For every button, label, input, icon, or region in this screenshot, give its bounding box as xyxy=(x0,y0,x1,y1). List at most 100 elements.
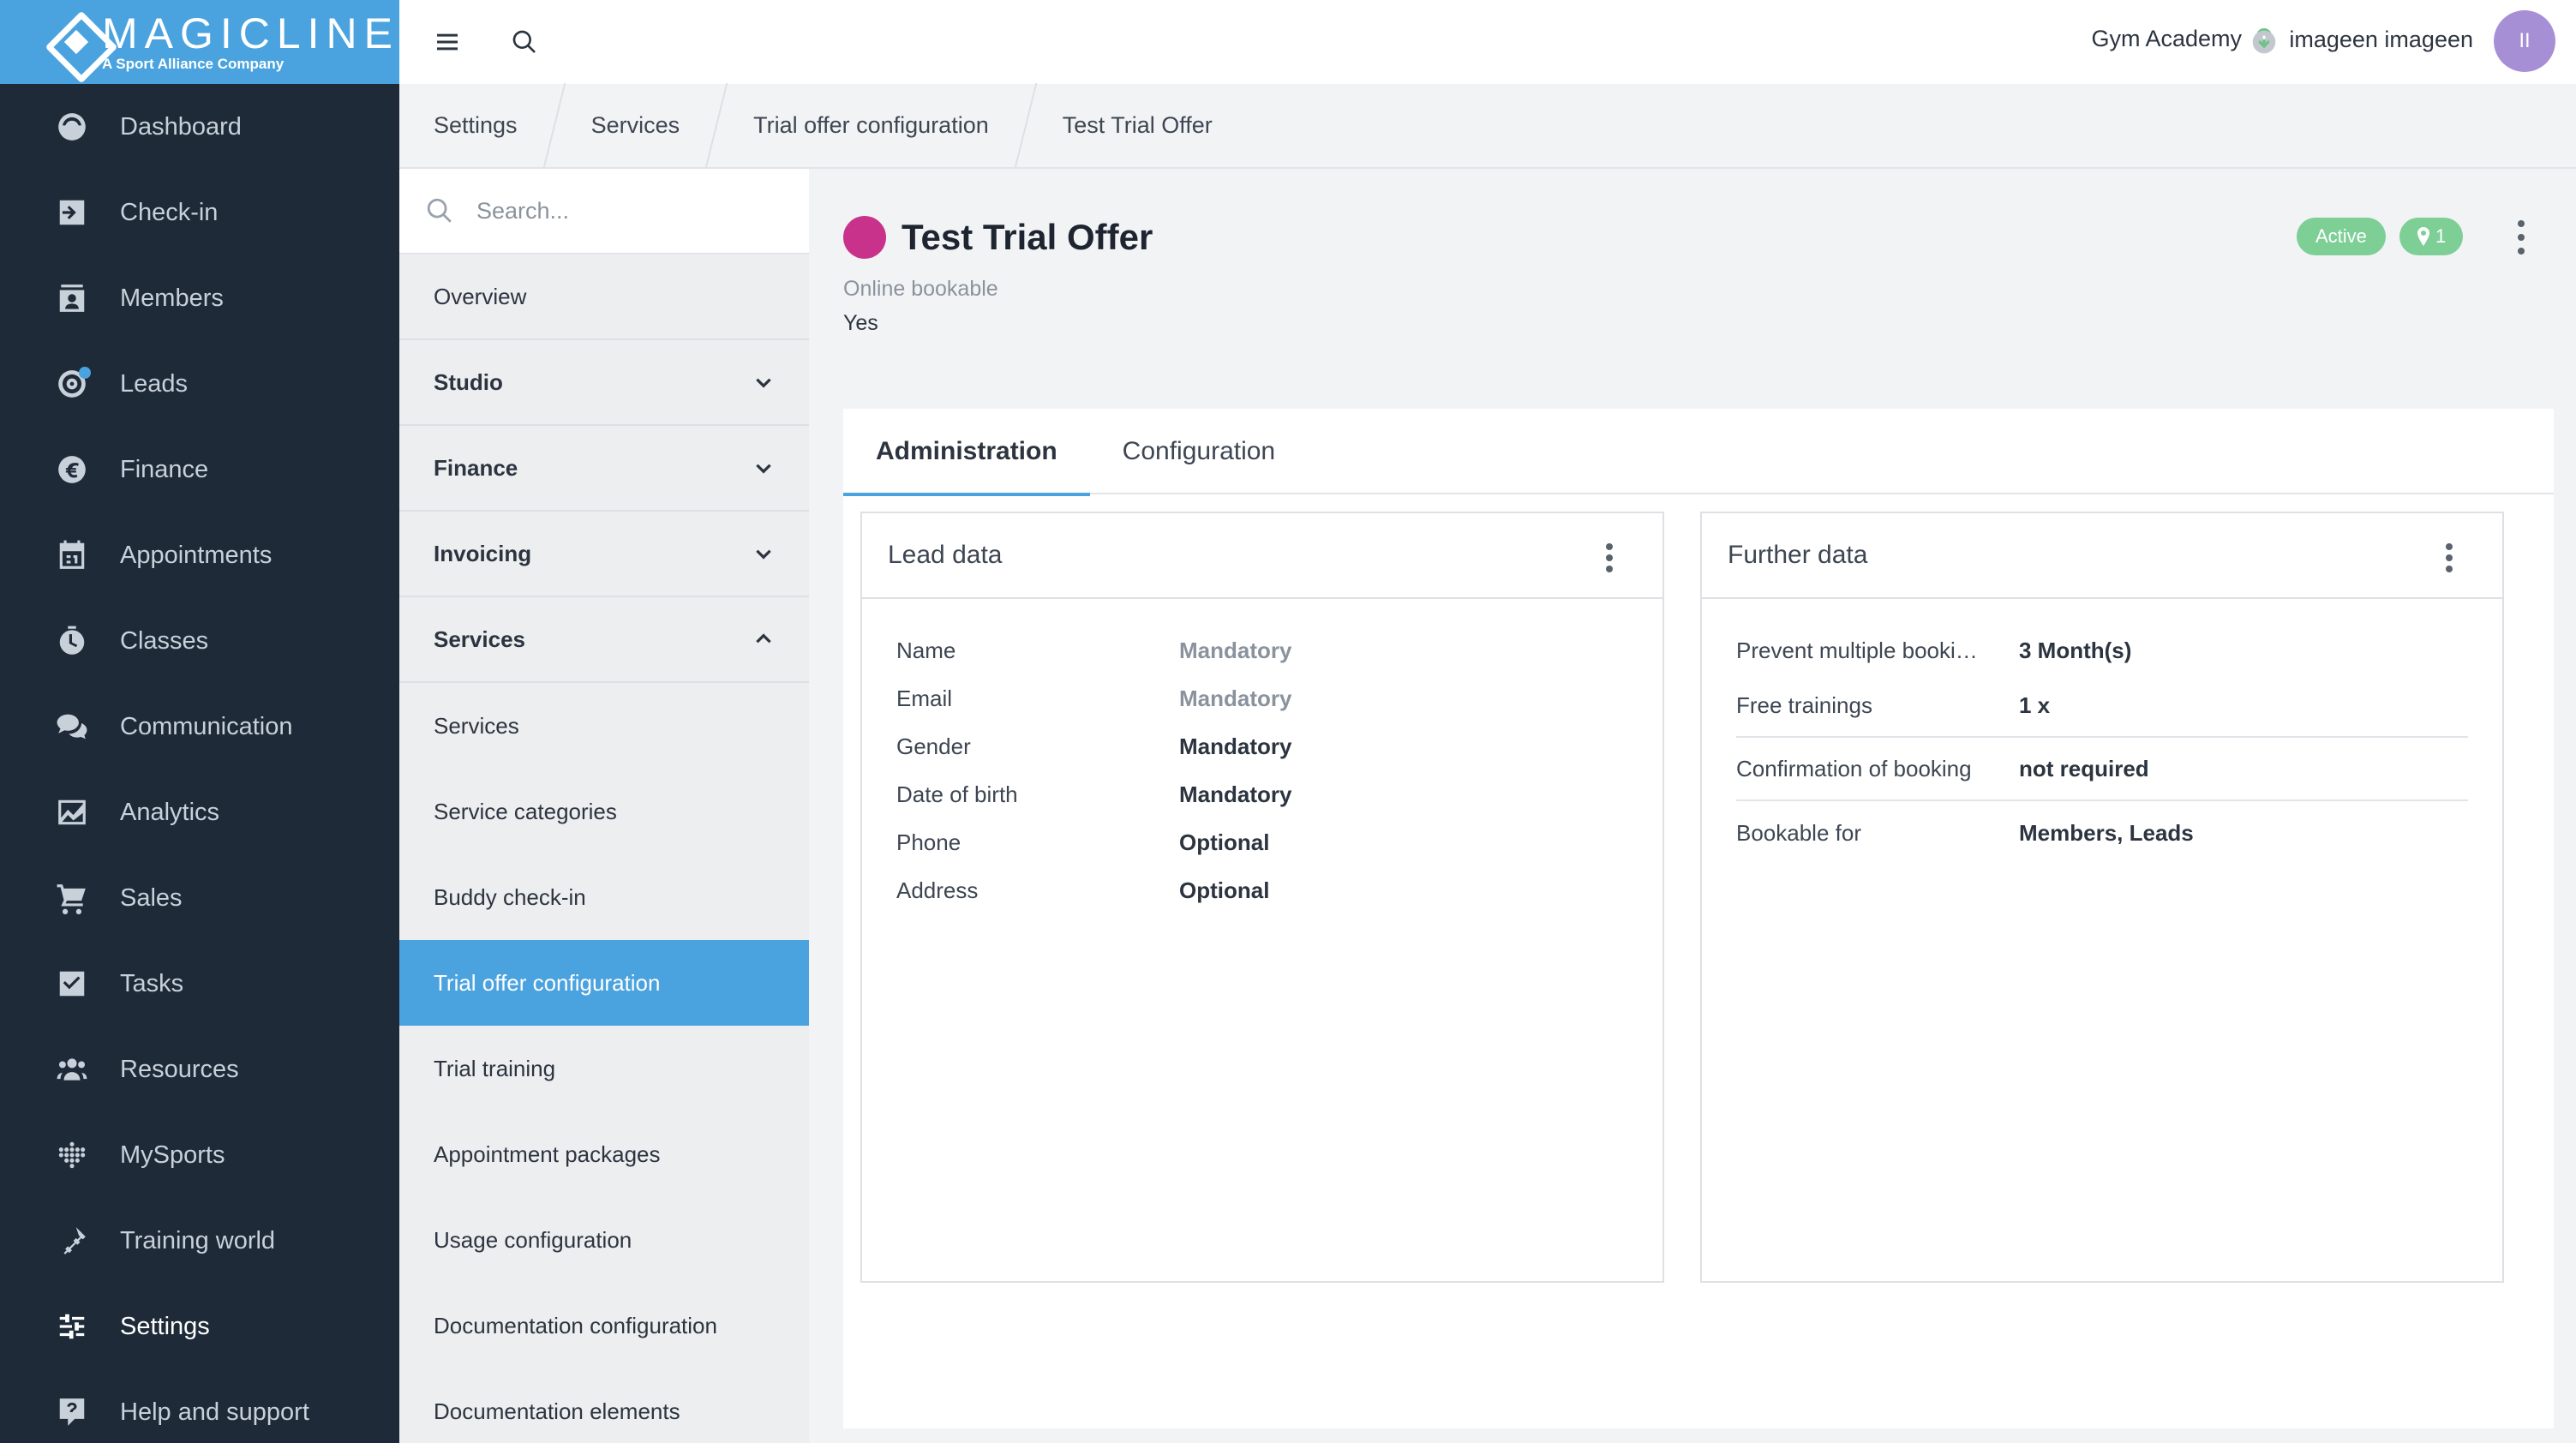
user-name[interactable]: imageen imageen xyxy=(2289,27,2473,53)
online-bookable-label: Online bookable xyxy=(843,277,998,301)
submenu-search-input[interactable] xyxy=(476,197,785,225)
tab-administration[interactable]: Administration xyxy=(843,409,1090,496)
lead-data-row: Gender Mandatory xyxy=(896,722,1628,770)
user-avatar[interactable]: II xyxy=(2494,10,2555,72)
nav-item-appointments[interactable]: Appointments xyxy=(0,512,399,598)
submenu-item-trial-offer-configuration[interactable]: Trial offer configuration xyxy=(399,940,809,1026)
more-options-icon[interactable] xyxy=(2441,541,2458,575)
field-label: Prevent multiple booki… xyxy=(1736,637,1978,663)
brand-tagline: A Sport Alliance Company xyxy=(101,56,285,72)
lead-data-row: Name Mandatory xyxy=(896,626,1628,674)
further-data-row: Confirmation of booking not required xyxy=(1736,738,2468,801)
submenu-item-documentation-configuration[interactable]: Documentation configuration xyxy=(399,1283,809,1368)
nav-item-check-in[interactable]: Check-in xyxy=(0,170,399,255)
nav-item-settings[interactable]: Settings xyxy=(0,1284,399,1369)
download-icon[interactable] xyxy=(2247,25,2281,59)
tab-configuration[interactable]: Configuration xyxy=(1090,409,1308,494)
nav-item-tasks[interactable]: Tasks xyxy=(0,941,399,1027)
nav-item-label: MySports xyxy=(120,1141,225,1169)
offer-header: Test Trial Offer xyxy=(843,216,1153,259)
chevron-up-icon xyxy=(752,628,775,650)
main-navigation: MAGICLINE A Sport Alliance Company Dashb… xyxy=(0,0,399,1443)
submenu-section-invoicing[interactable]: Invoicing xyxy=(399,512,809,597)
field-label: Date of birth xyxy=(896,781,1018,807)
further-data-card: Further data Prevent multiple booki… 3 M… xyxy=(1700,512,2504,1283)
nav-item-dashboard[interactable]: Dashboard xyxy=(0,84,399,170)
nav-item-label: Communication xyxy=(120,712,293,740)
submenu-item-label: Invoicing xyxy=(434,540,532,566)
search-icon xyxy=(427,198,452,223)
more-options-icon[interactable] xyxy=(1601,541,1618,575)
nav-item-mysports[interactable]: MySports xyxy=(0,1112,399,1198)
notification-dot xyxy=(79,367,91,379)
hamburger-menu-icon[interactable] xyxy=(430,25,464,59)
nav-item-help-and-support[interactable]: Help and support xyxy=(0,1369,399,1443)
submenu-item-appointment-packages[interactable]: Appointment packages xyxy=(399,1111,809,1197)
nav-item-resources[interactable]: Resources xyxy=(0,1027,399,1112)
field-value: not required xyxy=(2019,755,2149,781)
calendar-icon xyxy=(55,538,89,572)
offer-detail-panel: Administration Configuration Lead data N… xyxy=(843,409,2554,1428)
submenu-item-service-categories[interactable]: Service categories xyxy=(399,769,809,854)
studio-name: Gym Academy xyxy=(2091,26,2242,51)
submenu-item-trial-training[interactable]: Trial training xyxy=(399,1026,809,1111)
location-count-badge[interactable]: 1 xyxy=(2399,218,2464,255)
breadcrumb-separator xyxy=(542,83,566,168)
further-data-row: Free trainings 1 x xyxy=(1736,674,2468,738)
magicline-diamond-icon xyxy=(45,10,87,74)
chart-icon xyxy=(55,795,89,829)
breadcrumb-services[interactable]: Services xyxy=(591,112,680,139)
submenu-item-label: Service categories xyxy=(434,798,617,824)
submenu-section-services[interactable]: Services xyxy=(399,597,809,683)
nav-item-communication[interactable]: Communication xyxy=(0,684,399,769)
people-icon xyxy=(55,1052,89,1087)
breadcrumb-trial-offer-configuration[interactable]: Trial offer configuration xyxy=(753,112,989,139)
submenu-section-finance[interactable]: Finance xyxy=(399,426,809,512)
submenu-item-label: Documentation elements xyxy=(434,1398,680,1424)
submenu-item-overview[interactable]: Overview xyxy=(399,254,809,340)
submenu-item-label: Trial offer configuration xyxy=(434,969,661,996)
nav-item-training-world[interactable]: Training world xyxy=(0,1198,399,1284)
search-icon[interactable] xyxy=(507,25,542,59)
field-value: 1 x xyxy=(2019,692,2051,718)
cart-icon xyxy=(55,881,89,915)
check-in-icon xyxy=(55,195,89,230)
field-label: Confirmation of booking xyxy=(1736,755,1972,781)
breadcrumb-settings[interactable]: Settings xyxy=(434,112,518,139)
nav-item-label: Tasks xyxy=(120,969,184,997)
nav-item-label: Dashboard xyxy=(120,112,242,141)
nav-item-leads[interactable]: Leads xyxy=(0,341,399,427)
lead-data-row: Phone Optional xyxy=(896,818,1628,866)
sliders-icon xyxy=(55,1309,89,1344)
more-options-icon[interactable] xyxy=(2506,217,2537,258)
magicline-logo[interactable]: MAGICLINE A Sport Alliance Company xyxy=(0,0,399,84)
nav-item-classes[interactable]: Classes xyxy=(0,598,399,684)
nav-item-label: Analytics xyxy=(120,798,220,826)
status-badge: Active xyxy=(2297,218,2386,255)
submenu-section-studio[interactable]: Studio xyxy=(399,340,809,426)
field-label: Email xyxy=(896,685,953,711)
lead-data-row: Email Mandatory xyxy=(896,674,1628,722)
field-value: Mandatory xyxy=(1179,685,1292,711)
chevron-down-icon xyxy=(752,542,775,565)
settings-submenu: Overview Studio Finance Invoicing Servic… xyxy=(399,169,809,1443)
main-content: Test Trial Offer Online bookable Yes Act… xyxy=(809,169,2576,1443)
submenu-item-label: Studio xyxy=(434,368,503,395)
field-value: Mandatory xyxy=(1179,637,1292,663)
field-label: Address xyxy=(896,877,979,903)
submenu-item-usage-configuration[interactable]: Usage configuration xyxy=(399,1197,809,1283)
card-title: Lead data xyxy=(888,541,1003,569)
nav-item-sales[interactable]: Sales xyxy=(0,855,399,941)
nav-item-label: Leads xyxy=(120,369,189,398)
nav-item-finance[interactable]: Finance xyxy=(0,427,399,512)
nav-item-members[interactable]: Members xyxy=(0,255,399,341)
lead-data-row: Address Optional xyxy=(896,866,1628,914)
submenu-item-services[interactable]: Services xyxy=(399,683,809,769)
nav-item-label: Check-in xyxy=(120,198,219,226)
submenu-item-documentation-elements[interactable]: Documentation elements xyxy=(399,1368,809,1443)
brand-name: MAGICLINE xyxy=(101,9,399,57)
dumbbell-icon xyxy=(55,1224,89,1258)
submenu-item-buddy-check-in[interactable]: Buddy check-in xyxy=(399,854,809,940)
lead-data-row: Date of birth Mandatory xyxy=(896,770,1628,818)
nav-item-analytics[interactable]: Analytics xyxy=(0,769,399,855)
